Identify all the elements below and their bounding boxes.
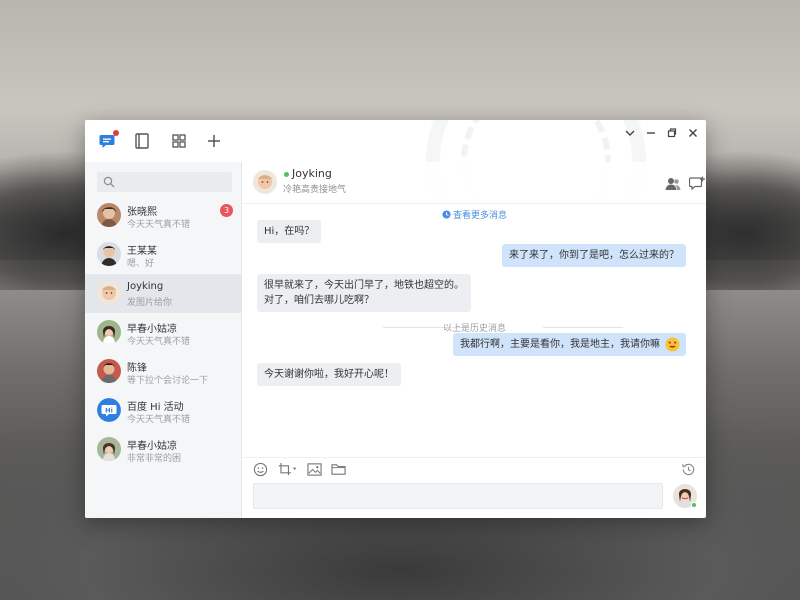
contact-item[interactable]: 张晓熙 今天天气真不错 3 (85, 196, 242, 235)
svg-text:Hi: Hi (105, 406, 113, 414)
heart-eyes-emoji-icon (665, 337, 680, 357)
avatar (97, 437, 121, 461)
chat-icon[interactable] (98, 130, 119, 150)
clock-icon (442, 210, 451, 219)
contact-last-message: 发图片给你 (127, 298, 173, 308)
contact-item-active[interactable]: Joyking 发图片给你 (85, 274, 242, 313)
message-bubble-outgoing: 来了来了，你到了是吧，怎么过来的？ (502, 244, 686, 267)
message-input-area[interactable] (253, 483, 663, 509)
chat-partner-signature: 冷艳高贵接地气 (283, 185, 347, 195)
message-bubble-incoming: 今天谢谢你啦，我好开心呢！ (257, 363, 401, 386)
notification-dot (113, 130, 119, 136)
search-icon (103, 176, 115, 188)
image-icon[interactable] (307, 462, 323, 478)
emoji-icon[interactable] (253, 462, 269, 478)
message-bubble-outgoing: 我都行啊，主要是看你，我是地主，我请你嘛 (453, 333, 686, 356)
chevron-down-icon[interactable] (621, 124, 639, 142)
plus-icon[interactable] (205, 132, 223, 150)
message-text: 我都行啊，主要是看你，我是地主，我请你嘛 (460, 339, 660, 350)
avatar (97, 281, 121, 305)
contact-name: 百度 Hi 活动 (127, 402, 184, 413)
contact-item[interactable]: 王某某 嗯、好 (85, 235, 242, 274)
search-input[interactable] (117, 172, 227, 192)
message-text-line: 很早就来了，今天出门早了，地铁也超空的。 (264, 280, 464, 291)
message-text: 来了来了，你到了是吧，怎么过来的？ (509, 250, 679, 261)
message-list: 查看更多消息 Hi，在吗？ 来了来了，你到了是吧，怎么过来的？ 很早就来了，今天… (243, 204, 706, 457)
message-text: Hi，在吗？ (264, 226, 315, 237)
contact-item[interactable]: 早春小姑凉 今天天气真不错 (85, 313, 242, 352)
contact-name: 陈锋 (127, 363, 147, 374)
contact-name: 张晓熙 (127, 207, 157, 218)
contact-last-message: 嗯、好 (127, 259, 155, 269)
contact-name: 早春小姑凉 (127, 324, 177, 335)
message-text-line: 对了，咱们去哪儿吃啊？ (264, 295, 374, 306)
contact-sidebar: 张晓熙 今天天气真不错 3 王某某 嗯、好 Joyking 发图片给你 早春小姑… (85, 162, 242, 518)
contact-name: Joyking (127, 281, 164, 292)
search-box[interactable] (97, 172, 232, 192)
avatar (97, 320, 121, 344)
chat-partner-avatar[interactable] (253, 170, 277, 194)
group-members-icon[interactable] (665, 176, 681, 192)
contact-last-message: 非常非常的困 (127, 454, 182, 464)
unread-badge: 3 (220, 204, 233, 217)
avatar (97, 203, 121, 227)
chat-partner-name: Joyking (292, 167, 332, 180)
chat-window: 张晓熙 今天天气真不错 3 王某某 嗯、好 Joyking 发图片给你 早春小姑… (85, 120, 706, 518)
message-text: 今天谢谢你啦，我好开心呢！ (264, 369, 394, 380)
screenshot-icon[interactable] (277, 462, 299, 478)
contact-item[interactable]: 早春小姑凉 非常非常的困 (85, 430, 242, 469)
composer-toolbar (243, 457, 706, 481)
message-input[interactable] (254, 484, 662, 509)
contact-last-message: 今天天气真不错 (127, 337, 191, 347)
contact-item[interactable]: 陈锋 等下拉个会讨论一下 (85, 352, 242, 391)
avatar (97, 359, 121, 383)
contact-last-message: 今天天气真不错 (127, 220, 191, 230)
avatar (97, 242, 121, 266)
history-icon[interactable] (681, 462, 697, 478)
contact-last-message: 今天天气真不错 (127, 415, 191, 425)
message-bubble-incoming: Hi，在吗？ (257, 220, 322, 243)
title-bar (85, 120, 706, 270)
apps-grid-icon[interactable] (170, 132, 188, 150)
contact-last-message: 等下拉个会讨论一下 (127, 376, 209, 386)
folder-icon[interactable] (331, 462, 347, 478)
my-online-status-dot (691, 502, 697, 508)
message-bubble-incoming: 很早就来了，今天出门早了，地铁也超空的。 对了，咱们去哪儿吃啊？ (257, 274, 471, 312)
contact-item[interactable]: Hi 百度 Hi 活动 今天天气真不错 (85, 391, 242, 430)
minimize-icon[interactable] (642, 124, 660, 142)
baidu-hi-logo: Hi (97, 398, 121, 422)
add-chat-icon[interactable] (688, 176, 705, 192)
restore-icon[interactable] (663, 124, 681, 142)
online-status-dot (284, 172, 289, 177)
contacts-book-icon[interactable] (133, 132, 151, 150)
contact-name: 王某某 (127, 246, 157, 257)
load-more-label: 查看更多消息 (452, 211, 507, 221)
close-icon[interactable] (684, 124, 702, 142)
chat-header: Joyking 冷艳高贵接地气 (243, 162, 706, 204)
contact-name: 早春小姑凉 (127, 441, 177, 452)
